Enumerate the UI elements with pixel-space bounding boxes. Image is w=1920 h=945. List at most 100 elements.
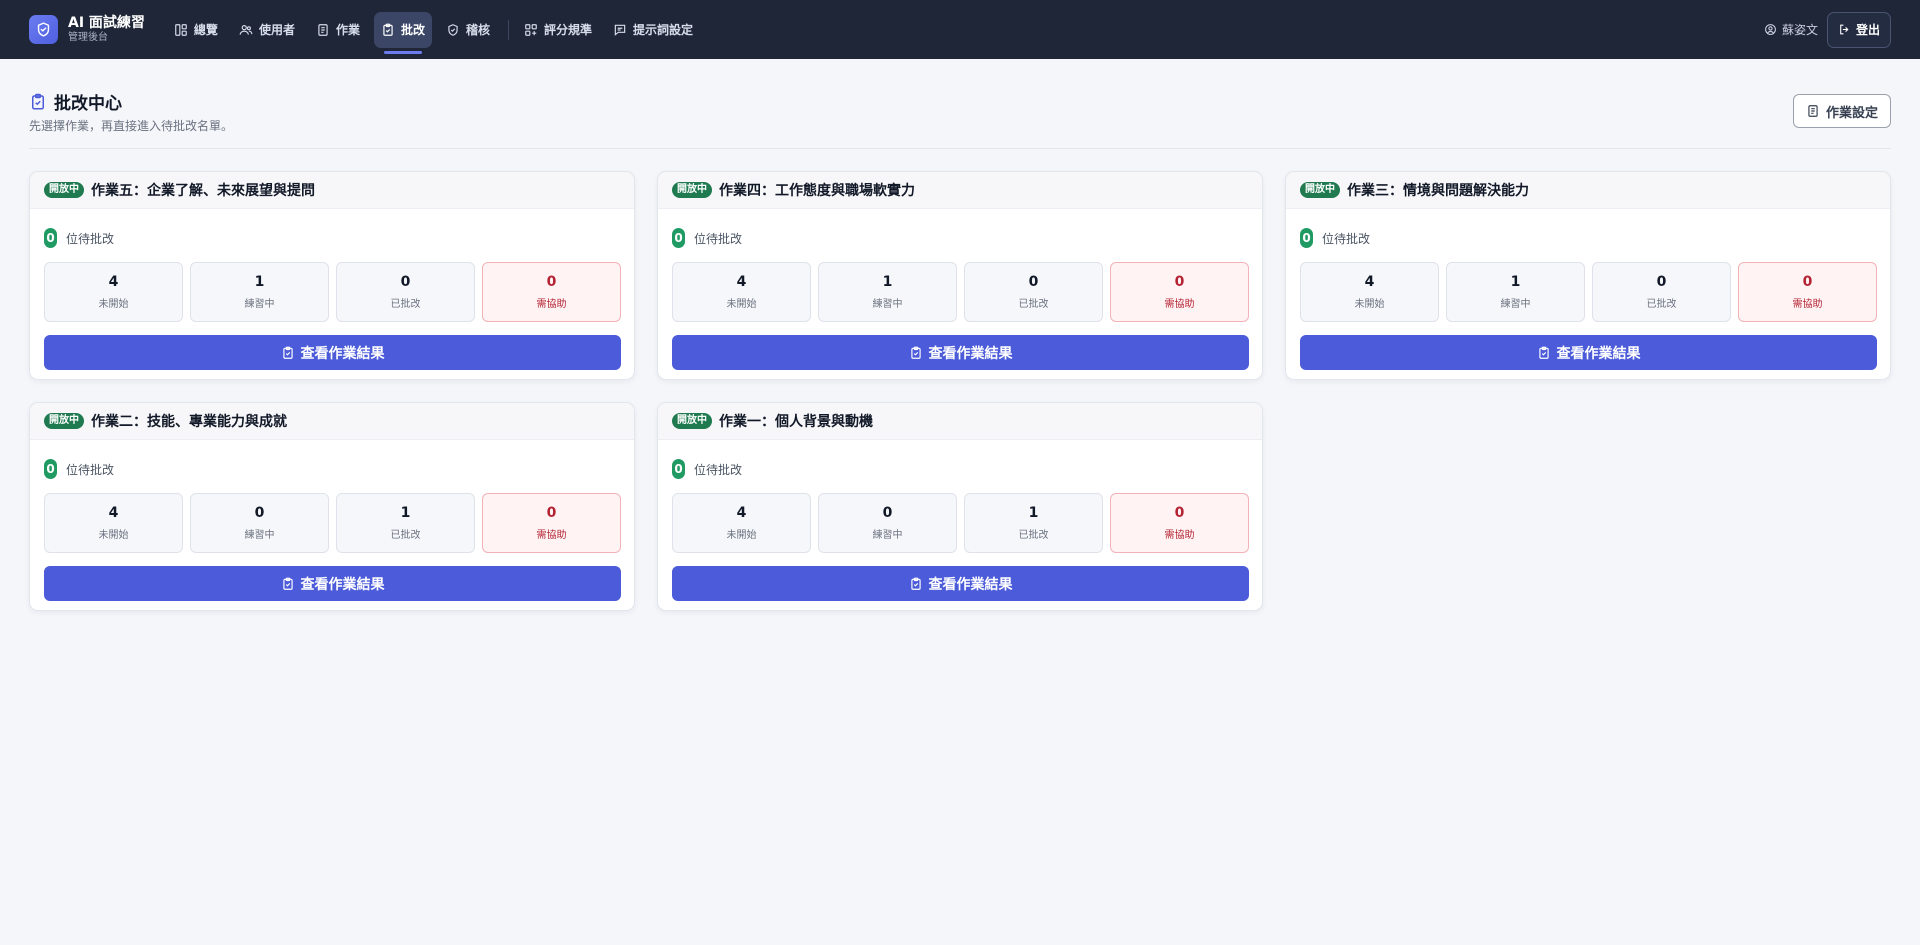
stat-value: 4 (1364, 274, 1375, 290)
stat-value: 1 (1028, 505, 1039, 521)
stat-value: 0 (882, 505, 893, 521)
app-title: AI 面試練習 (68, 14, 145, 31)
status-badge: 開放中 (672, 182, 712, 198)
stat-value: 0 (400, 274, 411, 290)
stat-needs-help: 0 需協助 (482, 493, 621, 553)
stat-label: 需協助 (1164, 299, 1195, 310)
view-results-button[interactable]: 查看作業結果 (672, 335, 1249, 370)
stat-label: 需協助 (1164, 530, 1195, 541)
nav-label: 使用者 (258, 23, 295, 37)
stat-label: 已批改 (390, 530, 421, 541)
user-name: 蘇姿文 (1781, 23, 1818, 37)
stat-label: 未開始 (726, 530, 757, 541)
stat-needs-help: 0 需協助 (1110, 493, 1249, 553)
stat-value: 1 (882, 274, 893, 290)
nav-item-prompts[interactable]: 提示詞設定 (606, 12, 700, 48)
stat-practicing: 1 練習中 (190, 262, 329, 322)
document-icon (1808, 105, 1818, 117)
status-badge: 開放中 (672, 413, 712, 429)
logout-button[interactable]: 登出 (1826, 11, 1891, 48)
stat-value: 0 (1174, 505, 1185, 521)
page-title: 批改中心 (29, 89, 122, 114)
nav-label: 批改 (400, 23, 425, 37)
stat-practicing: 1 練習中 (818, 262, 957, 322)
stat-practicing: 1 練習中 (1446, 262, 1585, 322)
stat-not-started: 4 未開始 (1300, 262, 1439, 322)
clipboard-check-icon (910, 346, 921, 359)
view-results-label: 查看作業結果 (300, 345, 385, 362)
stat-not-started: 4 未開始 (44, 493, 183, 553)
nav-item-assignments[interactable]: 作業 (309, 12, 367, 48)
clipboard-check-icon (32, 93, 44, 109)
view-results-button[interactable]: 查看作業結果 (1300, 335, 1877, 370)
card-header: 開放中 作業三：情境與問題解決能力 (1286, 172, 1890, 209)
stat-needs-help: 0 需協助 (482, 262, 621, 322)
pending-count-label: 位待批改 (66, 231, 115, 246)
card-header: 開放中 作業一：個人背景與動機 (658, 403, 1262, 440)
stat-value: 0 (1656, 274, 1667, 290)
assignment-card: 開放中 作業四：工作態度與職場軟實力 0 位待批改 4 未開始 1 練習中 0 … (657, 171, 1263, 380)
pending-count-label: 位待批改 (694, 462, 743, 477)
stat-graded: 0 已批改 (336, 262, 475, 322)
nav-item-rubrics[interactable]: 評分規準 (517, 12, 599, 48)
stat-label: 需協助 (536, 530, 567, 541)
view-results-label: 查看作業結果 (300, 576, 385, 593)
view-results-button[interactable]: 查看作業結果 (672, 566, 1249, 601)
pending-count-label: 位待批改 (66, 462, 115, 477)
logout-label: 登出 (1855, 23, 1880, 37)
nav-item-grading[interactable]: 批改 (373, 11, 432, 54)
stat-label: 練習中 (1500, 299, 1531, 310)
stat-value: 0 (1028, 274, 1039, 290)
assignment-settings-button[interactable]: 作業設定 (1792, 94, 1891, 128)
stat-label: 已批改 (390, 299, 421, 310)
view-results-button[interactable]: 查看作業結果 (44, 566, 621, 601)
stat-needs-help: 0 需協助 (1110, 262, 1249, 322)
brand[interactable]: AI 面試練習 管理後台 (29, 15, 145, 44)
pending-count-value: 0 (1300, 228, 1313, 248)
stat-not-started: 4 未開始 (672, 493, 811, 553)
card-header: 開放中 作業五：企業了解、未來展望與提問 (30, 172, 634, 209)
stat-needs-help: 0 需協助 (1738, 262, 1877, 322)
page-subtitle: 先選擇作業，再直接進入待批改名單。 (29, 119, 234, 133)
stat-graded: 0 已批改 (964, 262, 1103, 322)
nav-divider (508, 19, 509, 40)
users-icon (239, 24, 253, 35)
stat-label: 已批改 (1646, 299, 1677, 310)
stat-label: 未開始 (98, 299, 129, 310)
nav-item-audit[interactable]: 稽核 (439, 12, 497, 48)
assignment-title: 作業一：個人背景與動機 (719, 414, 873, 430)
document-icon (318, 23, 328, 36)
nav-label: 作業 (335, 23, 360, 37)
stat-not-started: 4 未開始 (44, 262, 183, 322)
pending-count-value: 0 (672, 228, 685, 248)
grid-icon (525, 23, 537, 36)
view-results-button[interactable]: 查看作業結果 (44, 335, 621, 370)
clipboard-check-icon (282, 577, 293, 590)
nav-label: 總覽 (193, 23, 218, 37)
stat-label: 需協助 (1792, 299, 1823, 310)
assignment-card: 開放中 作業一：個人背景與動機 0 位待批改 4 未開始 0 練習中 1 已批改… (657, 402, 1263, 611)
pending-count: 0 位待批改 (672, 223, 1262, 253)
shield-check-icon (29, 15, 58, 44)
nav-item-overview[interactable]: 總覽 (167, 12, 225, 48)
app-subtitle: 管理後台 (68, 31, 108, 43)
card-header: 開放中 作業四：工作態度與職場軟實力 (658, 172, 1262, 209)
pending-count-value: 0 (44, 459, 57, 479)
clipboard-check-icon (910, 577, 921, 590)
stats-row: 4 未開始 0 練習中 1 已批改 0 需協助 (672, 493, 1262, 553)
assignment-card: 開放中 作業五：企業了解、未來展望與提問 0 位待批改 4 未開始 1 練習中 … (29, 171, 635, 380)
nav-label: 評分規準 (544, 23, 593, 37)
stat-value: 0 (546, 505, 557, 521)
user-circle-icon (1765, 24, 1776, 35)
assignment-card: 開放中 作業二：技能、專業能力與成就 0 位待批改 4 未開始 0 練習中 1 … (29, 402, 635, 611)
stats-row: 4 未開始 1 練習中 0 已批改 0 需協助 (672, 262, 1262, 322)
clipboard-check-icon (1538, 346, 1549, 359)
view-results-label: 查看作業結果 (1556, 345, 1641, 362)
stat-value: 4 (108, 274, 119, 290)
dashboard-icon (175, 23, 187, 36)
stat-value: 1 (400, 505, 411, 521)
view-results-label: 查看作業結果 (928, 576, 1013, 593)
page-title-text: 批改中心 (54, 94, 122, 114)
stat-value: 1 (254, 274, 265, 290)
nav-item-users[interactable]: 使用者 (232, 12, 302, 48)
